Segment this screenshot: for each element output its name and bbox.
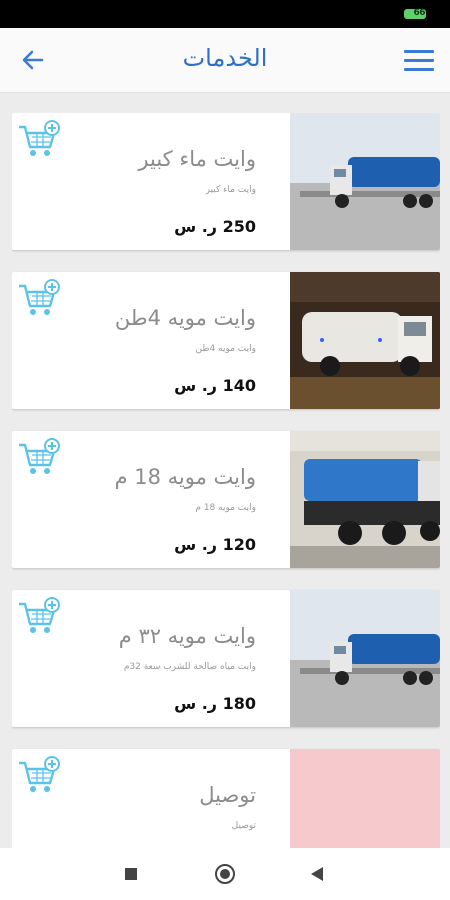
services-list: وايت ماء كبير وايت ماء كبير 250 ر. س واي… [12,113,440,848]
service-card[interactable]: وايت ماء كبير وايت ماء كبير 250 ر. س [12,113,440,250]
service-price: 180 ر. س [174,694,256,713]
service-image [290,431,440,568]
service-title: وايت مويه 18 م [114,465,256,489]
service-title: وايت مويه 4طن [114,306,256,330]
service-subtitle: وايت مويه 18 م [195,503,256,513]
service-price: 120 ر. س [174,535,256,554]
service-card[interactable]: وايت مويه ٣٢ م وايت مياه صالحة للشرب سعة… [12,590,440,727]
service-card[interactable]: وايت مويه 4طن وايت مويه 4طن 140 ر. س [12,272,440,409]
hamburger-menu-icon [404,50,434,53]
system-back-button[interactable] [311,867,323,881]
service-title: توصيل [199,783,256,807]
service-title: وايت مويه ٣٢ م [118,624,256,648]
status-bar: 66 [0,0,450,28]
home-button[interactable] [215,864,235,884]
service-price: 250 ر. س [174,217,256,236]
service-subtitle: وايت مياه صالحة للشرب سعة 32م [123,662,256,672]
service-image [290,272,440,409]
page-title: الخدمات [182,44,268,72]
app-bar: الخدمات [0,28,450,93]
recents-button[interactable] [125,868,137,880]
service-card[interactable]: وايت مويه 18 م وايت مويه 18 م 120 ر. س [12,431,440,568]
service-subtitle: وايت مويه 4طن [195,344,256,354]
service-subtitle: وايت ماء كبير [205,185,256,195]
service-title: وايت ماء كبير [138,147,256,171]
service-card[interactable]: توصيل توصيل [12,749,440,848]
service-image [290,113,440,250]
service-image [290,590,440,727]
menu-button[interactable] [404,50,434,72]
service-image [290,749,440,848]
system-nav-bar [0,848,450,900]
battery-level: 66 [413,8,425,18]
service-subtitle: توصيل [231,821,256,831]
service-price: 140 ر. س [174,376,256,395]
